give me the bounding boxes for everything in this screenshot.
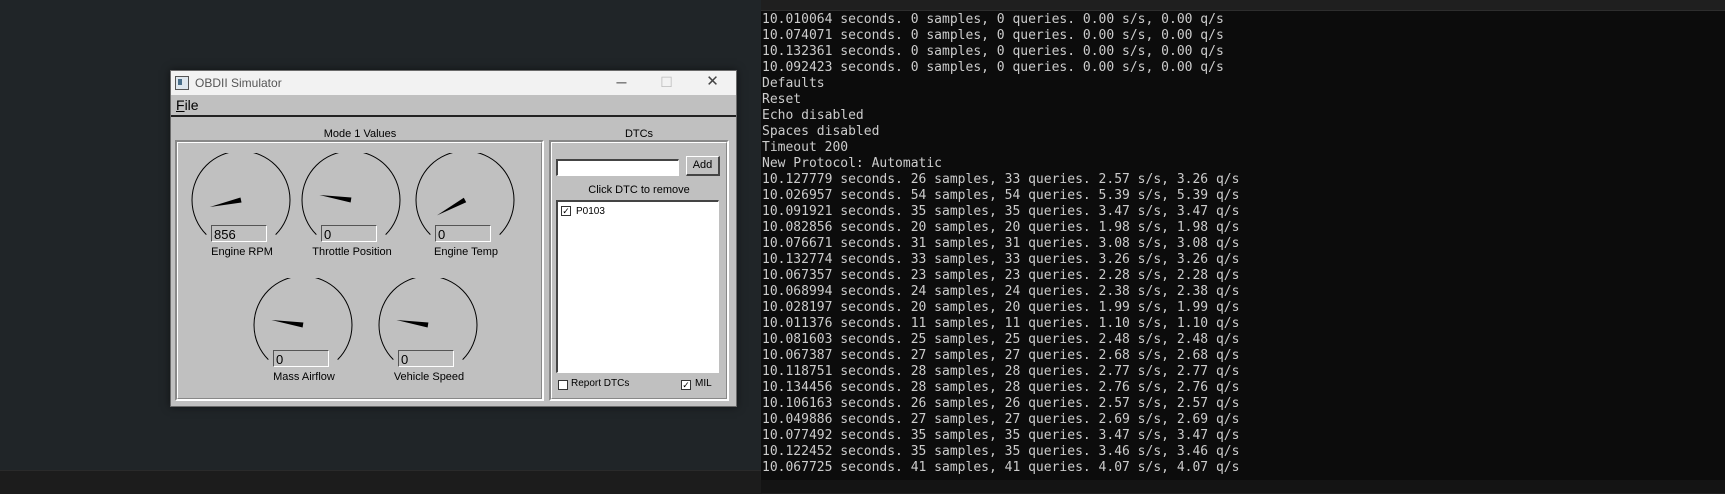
gauge-value: 0	[321, 225, 377, 242]
terminal-line: 10.118751 seconds. 28 samples, 28 querie…	[762, 364, 1240, 379]
gauge-needle	[319, 194, 352, 203]
window-title: OBDII Simulator	[195, 76, 282, 90]
terminal-line: 10.026957 seconds. 54 samples, 54 querie…	[762, 188, 1240, 203]
terminal-line: Defaults	[762, 76, 825, 91]
report-dtcs-label: Report DTCs	[571, 378, 630, 389]
terminal-line: 10.106163 seconds. 26 samples, 26 querie…	[762, 396, 1240, 411]
gauge-value: 0	[398, 350, 454, 367]
terminal-line: 10.134456 seconds. 28 samples, 28 querie…	[762, 380, 1240, 395]
gauge: 0 Vehicle Speed	[378, 278, 480, 390]
gauge-needle	[396, 319, 429, 328]
gauge-needle	[271, 319, 304, 328]
gauge-label: Mass Airflow	[273, 371, 335, 383]
terminal-line: 10.127779 seconds. 26 samples, 33 querie…	[762, 172, 1240, 187]
terminal-line: 10.082856 seconds. 20 samples, 20 querie…	[762, 220, 1240, 235]
window-titlebar[interactable]: OBDII Simulator ─ ☐ ✕	[171, 71, 736, 95]
gauge-arc	[415, 153, 515, 236]
terminal-line: 10.132361 seconds. 0 samples, 0 queries.…	[762, 44, 1224, 59]
terminal-line: 10.010064 seconds. 0 samples, 0 queries.…	[762, 12, 1224, 27]
gauge-arc	[378, 278, 478, 361]
gauge: 0 Throttle Position	[301, 153, 403, 265]
terminal-line: 10.074071 seconds. 0 samples, 0 queries.…	[762, 28, 1224, 43]
terminal-line: 10.081603 seconds. 25 samples, 25 querie…	[762, 332, 1240, 347]
gauge-arc	[191, 153, 291, 236]
gauge-arc	[301, 153, 401, 236]
terminal-line: 10.132774 seconds. 33 samples, 33 querie…	[762, 252, 1240, 267]
mode1-title: Mode 1 Values	[323, 128, 397, 140]
terminal-line: 10.067357 seconds. 23 samples, 23 querie…	[762, 268, 1240, 283]
terminal-tabbar	[761, 0, 1725, 11]
menu-file-rest: ile	[184, 97, 199, 113]
report-dtcs-checkbox[interactable]	[558, 380, 568, 390]
taskbar	[0, 470, 762, 494]
terminal-line: Timeout 200	[762, 140, 849, 155]
terminal-line: 10.049886 seconds. 27 samples, 27 querie…	[762, 412, 1240, 427]
add-dtc-button[interactable]: Add	[686, 156, 720, 176]
terminal-line: 10.011376 seconds. 11 samples, 11 querie…	[762, 316, 1240, 331]
dtc-input[interactable]	[556, 159, 679, 176]
terminal-line: 10.028197 seconds. 20 samples, 20 querie…	[762, 300, 1240, 315]
terminal-window[interactable]: 10.010064 seconds. 0 samples, 0 queries.…	[761, 0, 1725, 493]
gauge: 0 Mass Airflow	[253, 278, 355, 390]
gauge-label: Engine Temp	[433, 246, 498, 258]
terminal-line: 10.067725 seconds. 41 samples, 41 querie…	[762, 460, 1240, 475]
gauge: 856 Engine RPM	[191, 153, 293, 265]
terminal-line: Echo disabled	[762, 108, 864, 123]
terminal-line: 10.067387 seconds. 27 samples, 27 querie…	[762, 348, 1240, 363]
dtc-list-hint: Click DTC to remove	[588, 184, 690, 196]
menu-file[interactable]: File	[176, 97, 199, 113]
terminal-line: 10.122452 seconds. 35 samples, 35 querie…	[762, 444, 1240, 459]
obdii-simulator-window[interactable]: OBDII Simulator ─ ☐ ✕ File Mode 1 Values…	[170, 70, 737, 407]
mil-checkbox[interactable]: ✓	[681, 380, 691, 390]
gauge-value: 0	[435, 225, 491, 242]
app-icon	[175, 76, 189, 90]
terminal-line: 10.077492 seconds. 35 samples, 35 querie…	[762, 428, 1240, 443]
dtcs-panel: Add Click DTC to remove ✓ P0103 Report D…	[549, 140, 729, 401]
menubar: File	[171, 95, 736, 117]
gauge-needle	[209, 197, 242, 207]
dtc-item-checkbox[interactable]: ✓	[561, 206, 571, 216]
terminal-line: 10.068994 seconds. 24 samples, 24 querie…	[762, 284, 1240, 299]
gauge-arc	[253, 278, 353, 361]
dtc-list[interactable]: ✓ P0103	[556, 200, 719, 373]
terminal-line: 10.091921 seconds. 35 samples, 35 querie…	[762, 204, 1240, 219]
maximize-button[interactable]: ☐	[644, 71, 689, 95]
dtc-item-code: P0103	[576, 206, 605, 217]
terminal-line: New Protocol: Automatic	[762, 156, 943, 171]
gauge-value: 856	[211, 225, 267, 242]
menu-file-mnemonic: F	[176, 97, 185, 113]
gauge-needle	[436, 197, 467, 216]
dtcs-title: DTCs	[624, 128, 654, 140]
gauge-label: Vehicle Speed	[393, 371, 465, 383]
minimize-button[interactable]: ─	[599, 71, 644, 95]
gauge: 0 Engine Temp	[415, 153, 517, 265]
mil-label: MIL	[695, 378, 712, 389]
mode1-panel: 856 Engine RPM 0 Throttle Position 0 Engine T…	[175, 140, 544, 401]
terminal-output: 10.010064 seconds. 0 samples, 0 queries.…	[762, 12, 1239, 476]
terminal-bottom-edge	[761, 480, 1725, 493]
close-button[interactable]: ✕	[690, 71, 735, 95]
gauge-value: 0	[273, 350, 329, 367]
terminal-line: 10.076671 seconds. 31 samples, 31 querie…	[762, 236, 1240, 251]
terminal-line: Reset	[762, 92, 802, 107]
terminal-line: 10.092423 seconds. 0 samples, 0 queries.…	[762, 60, 1224, 75]
terminal-line: Spaces disabled	[762, 124, 880, 139]
